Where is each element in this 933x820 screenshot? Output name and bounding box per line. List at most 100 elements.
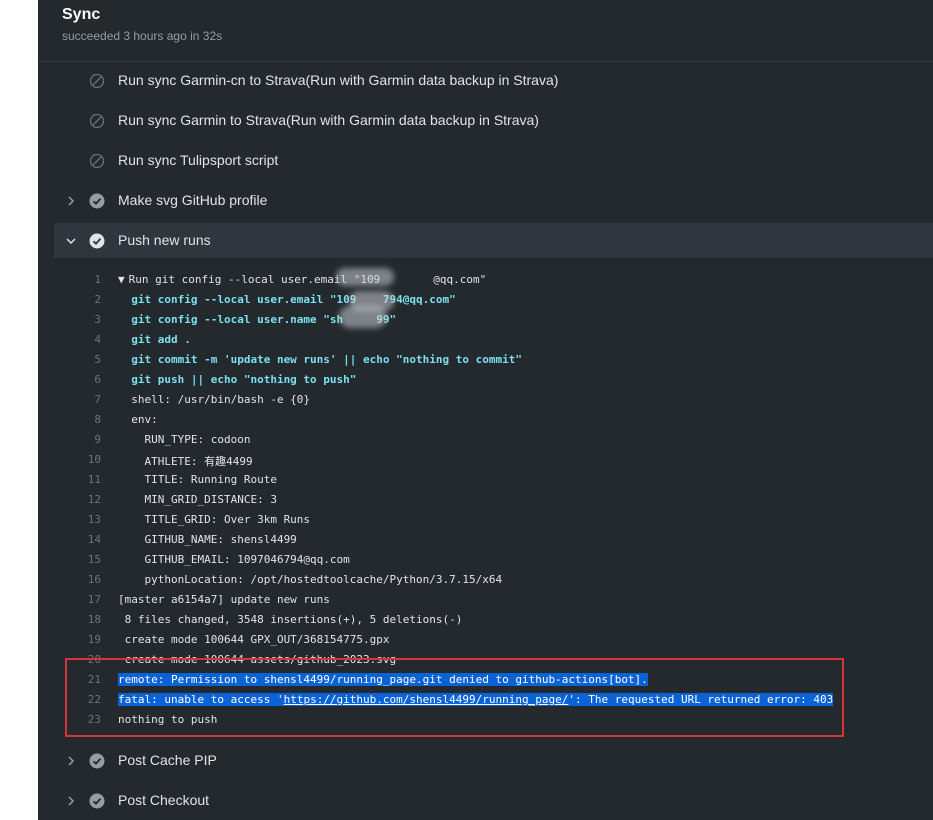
log-text: remote: Permission to shensl4499/running… — [118, 673, 648, 686]
log-text: git push || echo "nothing to push" — [118, 373, 357, 386]
log-text: GITHUB_EMAIL: 1097046794@qq.com — [118, 553, 350, 566]
log-line: 12 MIN_GRID_DISTANCE: 3 — [54, 490, 933, 510]
line-number[interactable]: 17 — [54, 593, 101, 606]
log-text: TITLE: Running Route — [118, 473, 277, 486]
chevron-right-icon[interactable] — [64, 754, 78, 768]
line-number[interactable]: 19 — [54, 633, 101, 646]
line-number[interactable]: 4 — [54, 333, 101, 346]
log-line: 23 nothing to push — [54, 710, 933, 730]
step-label: Post Checkout — [118, 792, 210, 808]
step-post-checkout[interactable]: Post Checkout — [54, 783, 933, 819]
step-run-sync-garmin-cn[interactable]: Run sync Garmin-cn to Strava(Run with Ga… — [54, 63, 933, 99]
skipped-icon — [89, 153, 105, 169]
log-line: 8 env: — [54, 410, 933, 430]
line-number[interactable]: 16 — [54, 573, 101, 586]
log-text: MIN_GRID_DISTANCE: 3 — [118, 493, 277, 506]
log-line: 18 8 files changed, 3548 insertions(+), … — [54, 610, 933, 630]
log-text: TITLE_GRID: Over 3km Runs — [118, 513, 311, 526]
line-number[interactable]: 23 — [54, 713, 101, 726]
header-divider — [38, 61, 933, 62]
log-line: 13 TITLE_GRID: Over 3km Runs — [54, 510, 933, 530]
log-text: fatal: unable to access ' — [118, 693, 284, 706]
log-text: env: — [118, 413, 158, 426]
chevron-down-icon[interactable] — [64, 234, 78, 248]
log-line: 16 pythonLocation: /opt/hostedtoolcache/… — [54, 570, 933, 590]
log-line: 19 create mode 100644 GPX_OUT/368154775.… — [54, 630, 933, 650]
log-line: 22 fatal: unable to access 'https://githu… — [54, 690, 933, 710]
job-log-panel: Sync succeeded 3 hours ago in 32s Run sy… — [38, 0, 933, 820]
log-text: RUN_TYPE: codoon — [118, 433, 251, 446]
skipped-icon — [89, 113, 105, 129]
log-text: nothing to push — [118, 713, 218, 726]
line-number[interactable]: 9 — [54, 433, 101, 446]
log-line: 3 git config --local user.name "sh 99" — [54, 310, 933, 330]
step-label: Push new runs — [118, 232, 211, 248]
job-title: Sync — [62, 6, 101, 23]
log-text: ': The requested URL returned error: 403 — [568, 693, 834, 706]
log-line: 1 ▼ Run git config --local user.email "109… — [54, 270, 933, 290]
log-line: 11 TITLE: Running Route — [54, 470, 933, 490]
step-make-svg-profile[interactable]: Make svg GitHub profile — [54, 183, 933, 219]
log-text: GITHUB_NAME: shensl4499 — [118, 533, 297, 546]
step-push-new-runs[interactable]: Push new runs — [54, 223, 933, 259]
job-status: succeeded 3 hours ago in 32s — [62, 29, 223, 43]
line-number[interactable]: 7 — [54, 393, 101, 406]
log-text: pythonLocation: /opt/hostedtoolcache/Pyt… — [118, 573, 503, 586]
log-line: 2 git config --local user.email "109 794… — [54, 290, 933, 310]
log-text: shell: /usr/bin/bash -e {0} — [118, 393, 311, 406]
line-number[interactable]: 18 — [54, 613, 101, 626]
line-number[interactable]: 20 — [54, 653, 101, 666]
log-line: 20 create mode 100644 assets/github_2023… — [54, 650, 933, 670]
step-label: Run sync Tulipsport script — [118, 152, 279, 168]
step-label: Make svg GitHub profile — [118, 192, 268, 208]
redaction-smudge — [339, 306, 387, 328]
check-circle-icon — [89, 233, 105, 249]
log-line: 9 RUN_TYPE: codoon — [54, 430, 933, 450]
log-text: 8 files changed, 3548 insertions(+), 5 d… — [118, 613, 463, 626]
line-number[interactable]: 14 — [54, 533, 101, 546]
log-text: create mode 100644 GPX_OUT/368154775.gpx — [118, 633, 390, 646]
check-circle-icon — [89, 193, 105, 209]
line-number[interactable]: 8 — [54, 413, 101, 426]
step-log-output: 1 ▼ Run git config --local user.email "109… — [54, 258, 933, 738]
log-line: 7 shell: /usr/bin/bash -e {0} — [54, 390, 933, 410]
step-run-sync-tulipsport[interactable]: Run sync Tulipsport script — [54, 143, 933, 179]
line-number[interactable]: 22 — [54, 693, 101, 706]
line-number[interactable]: 15 — [54, 553, 101, 566]
log-line: 10 ATHLETE: 有趣4499 — [54, 450, 933, 470]
redaction-smudge — [336, 268, 394, 286]
log-text: [master a6154a7] update new runs — [118, 593, 330, 606]
skipped-icon — [89, 73, 105, 89]
line-number[interactable]: 3 — [54, 313, 101, 326]
log-line: 4 git add . — [54, 330, 933, 350]
log-text: git add . — [118, 333, 191, 346]
chevron-right-icon[interactable] — [64, 194, 78, 208]
line-number[interactable]: 6 — [54, 373, 101, 386]
check-circle-icon — [89, 753, 105, 769]
line-number[interactable]: 13 — [54, 513, 101, 526]
line-number[interactable]: 5 — [54, 353, 101, 366]
log-text: git commit -m 'update new runs' || echo … — [118, 353, 522, 366]
step-label: Post Cache PIP — [118, 752, 217, 768]
step-label: Run sync Garmin-cn to Strava(Run with Ga… — [118, 72, 559, 88]
log-line: 6 git push || echo "nothing to push" — [54, 370, 933, 390]
line-number[interactable]: 2 — [54, 293, 101, 306]
chevron-right-icon[interactable] — [64, 794, 78, 808]
caret-down-icon[interactable]: ▼ — [118, 273, 125, 286]
line-number[interactable]: 11 — [54, 473, 101, 486]
log-text: ATHLETE: 有趣4499 — [118, 455, 253, 468]
log-link[interactable]: https://github.com/shensl4499/running_pa… — [284, 693, 569, 706]
step-run-sync-garmin[interactable]: Run sync Garmin to Strava(Run with Garmi… — [54, 103, 933, 139]
step-label: Run sync Garmin to Strava(Run with Garmi… — [118, 112, 539, 128]
line-number[interactable]: 1 — [54, 273, 101, 286]
log-line: 14 GITHUB_NAME: shensl4499 — [54, 530, 933, 550]
line-number[interactable]: 21 — [54, 673, 101, 686]
log-text: create mode 100644 assets/github_2023.sv… — [118, 653, 397, 666]
log-line: 15 GITHUB_EMAIL: 1097046794@qq.com — [54, 550, 933, 570]
line-number[interactable]: 12 — [54, 493, 101, 506]
check-circle-icon — [89, 793, 105, 809]
log-text: Run git config --local user.email "109 @… — [128, 273, 487, 286]
step-post-cache-pip[interactable]: Post Cache PIP — [54, 743, 933, 779]
line-number[interactable]: 10 — [54, 453, 101, 466]
log-line: 5 git commit -m 'update new runs' || ech… — [54, 350, 933, 370]
